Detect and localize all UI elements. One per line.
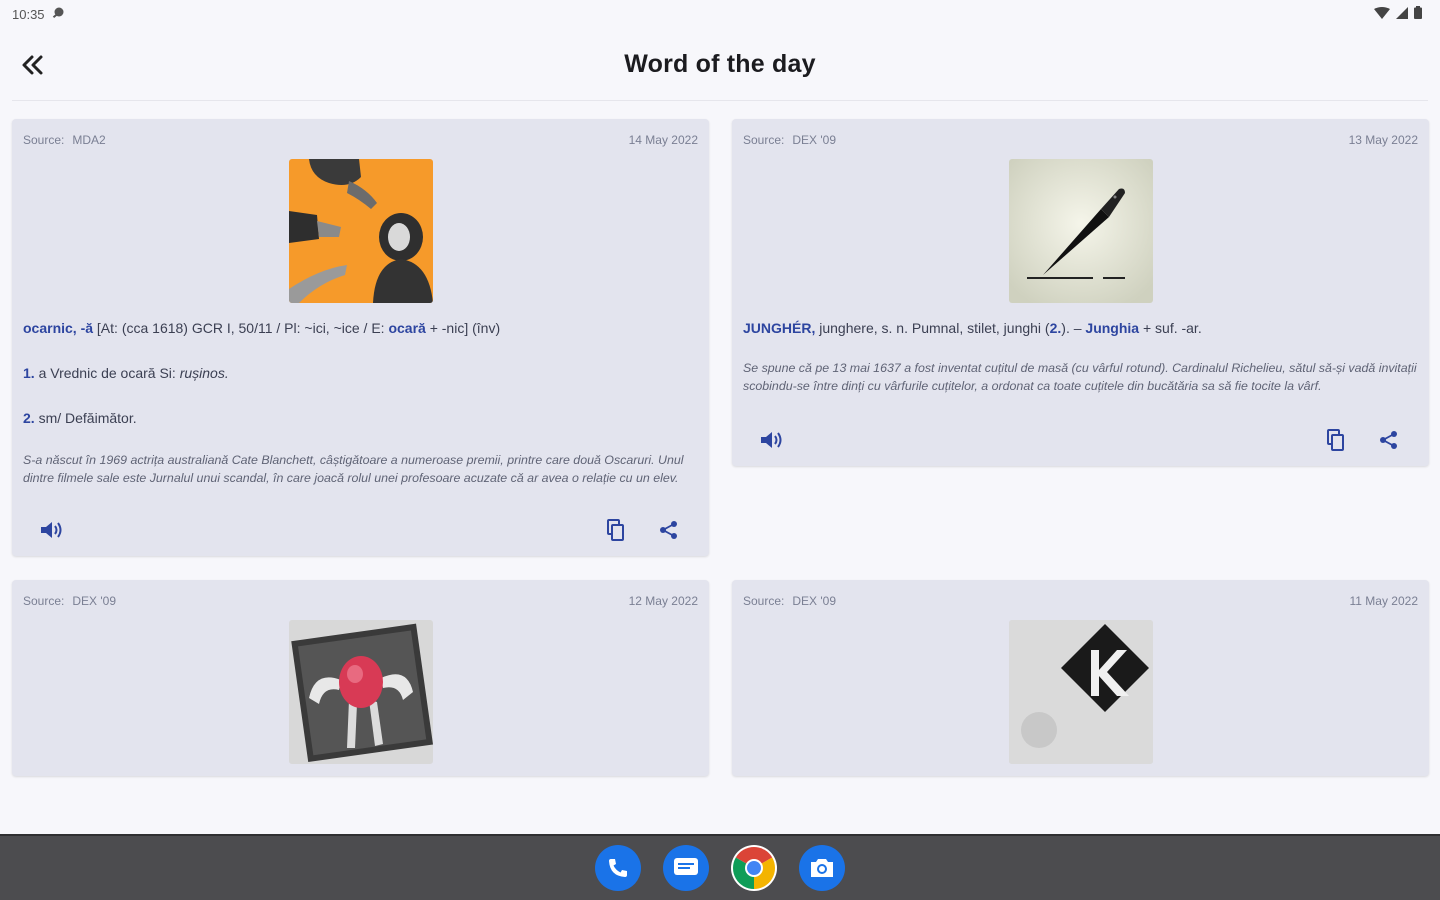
reference-link[interactable]: ocară	[388, 320, 425, 336]
source-value: DEX '09	[72, 594, 117, 608]
chrome-icon	[732, 847, 776, 889]
status-bar: 10:35	[0, 0, 1440, 28]
copy-button[interactable]	[599, 514, 631, 546]
camera-app-button[interactable]	[799, 845, 845, 891]
card-source: Source: DEX '09	[743, 133, 837, 147]
speaker-icon	[41, 522, 62, 538]
share-button[interactable]	[653, 514, 685, 546]
definition-text: junghere, s. n. Pumnal, stilet, junghi (	[815, 320, 1050, 336]
definition: ocarnic, -ă [At: (cca 1618) GCR I, 50/11…	[12, 319, 709, 337]
meaning-number: 2.	[23, 410, 35, 426]
copy-button[interactable]	[1319, 424, 1351, 456]
word-card[interactable]: Source: DEX '09 12 May 2022	[12, 580, 709, 776]
copy-icon	[1327, 429, 1344, 451]
card-header: Source: MDA2 14 May 2022	[12, 119, 709, 147]
word-card[interactable]: Source: DEX '09 13 May 2022 JUNGHÉR, jung…	[732, 119, 1429, 466]
source-value: MDA2	[72, 133, 106, 147]
speaker-icon	[761, 432, 782, 448]
meaning-1: 1. a Vrednic de ocară Si: rușinos.	[12, 364, 709, 382]
card-date: 12 May 2022	[628, 594, 698, 608]
trivia-note: S-a născut în 1969 actrița australiană C…	[23, 453, 684, 485]
wifi-icon	[1374, 6, 1390, 22]
reference-link[interactable]: 2.	[1050, 320, 1062, 336]
word-image	[1008, 159, 1153, 303]
definition-text-mid: ). –	[1061, 320, 1086, 336]
meaning-text: sm/ Defăimător.	[34, 410, 137, 426]
trivia-note: Se spune că pe 13 mai 1637 a fost invent…	[743, 361, 1417, 393]
card-header: Source: DEX '09 12 May 2022	[12, 580, 709, 608]
meaning-2: 2. sm/ Defăimător.	[12, 409, 709, 427]
card-actions	[732, 424, 1429, 456]
word-image	[288, 159, 433, 303]
word-card[interactable]: Source: MDA2 14 May 2022 ocarnic, -ă [At:…	[12, 119, 709, 556]
meaning-text: a Vrednic de ocară Si:	[34, 365, 180, 381]
share-button[interactable]	[1373, 424, 1405, 456]
status-right	[1374, 6, 1422, 22]
status-left: 10:35	[12, 6, 65, 23]
phone-app-button[interactable]	[595, 845, 641, 891]
definition-text-end: + suf. -ar.	[1139, 320, 1202, 336]
card-header: Source: DEX '09 11 May 2022	[732, 580, 1429, 608]
pronounce-button[interactable]	[756, 424, 788, 456]
etymology-text-end: + -nic] (înv)	[425, 320, 501, 336]
camera-icon	[811, 859, 833, 877]
card-date: 13 May 2022	[1348, 133, 1418, 147]
status-time: 10:35	[12, 6, 45, 22]
notification-icon	[51, 6, 65, 23]
word-card[interactable]: Source: DEX '09 11 May 2022	[732, 580, 1429, 776]
meaning-synonym: rușinos.	[179, 365, 229, 381]
card-date: 14 May 2022	[628, 133, 698, 147]
pronounce-button[interactable]	[36, 514, 68, 546]
word-image	[288, 620, 433, 764]
signal-icon	[1396, 6, 1408, 22]
phone-icon	[609, 859, 627, 877]
message-icon	[674, 858, 698, 875]
share-icon	[660, 521, 677, 539]
source-value: DEX '09	[792, 594, 837, 608]
share-icon	[1380, 431, 1397, 449]
card-source: Source: DEX '09	[23, 594, 117, 608]
card-header: Source: DEX '09 13 May 2022	[732, 119, 1429, 147]
card-actions	[12, 514, 709, 546]
copy-icon	[607, 519, 624, 541]
definition: JUNGHÉR, junghere, s. n. Pumnal, stilet,…	[732, 319, 1429, 337]
card-source: Source: MDA2	[23, 133, 106, 147]
page-title: Word of the day	[624, 49, 816, 78]
source-value: DEX '09	[792, 133, 837, 147]
battery-icon	[1414, 6, 1422, 22]
word-image	[1008, 620, 1153, 764]
reference-link[interactable]: Junghia	[1085, 320, 1139, 336]
app-bar: Word of the day	[0, 28, 1440, 100]
double-chevron-left-icon	[22, 55, 43, 75]
messages-app-button[interactable]	[663, 845, 709, 891]
divider	[12, 100, 1428, 101]
back-button[interactable]	[16, 48, 50, 82]
meaning-number: 1.	[23, 365, 35, 381]
headword-link[interactable]: JUNGHÉR,	[743, 320, 815, 336]
card-source: Source: DEX '09	[743, 594, 837, 608]
dock-bar	[0, 834, 1440, 900]
card-date: 11 May 2022	[1349, 594, 1419, 608]
headword-link[interactable]: ocarnic, -ă	[23, 320, 93, 336]
chrome-app-button[interactable]	[731, 845, 777, 891]
etymology-text: [At: (cca 1618) GCR I, 50/11 / Pl: ~ici,…	[93, 320, 389, 336]
